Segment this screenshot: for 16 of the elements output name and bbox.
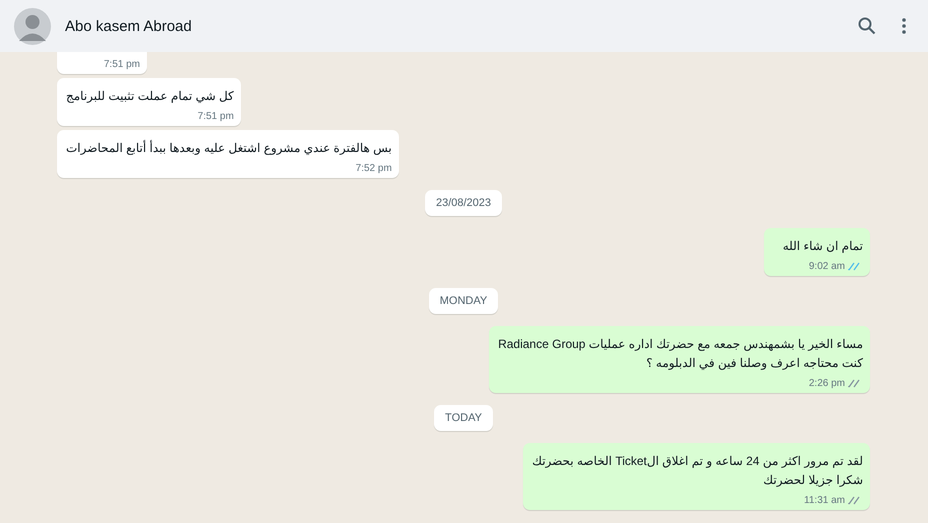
message-time: 7:52 pm [356,163,392,174]
message-time: 7:51 pm [198,111,234,122]
message-text: بس هالفترة عندي مشروع اشتغل عليه وبعدها ببدأ أتابع المحاضرات [66,139,392,157]
message-text: لقد تم مرور اكثر من 24 ساعه و تم اغلاق الTicket الخاصه بحضرتك شكرا جزيلا لحضرتك [532,453,863,489]
message-text: مساء الخير يا بشمهندس جمعه مع حضرتك اداره عمليات Radiance Group كنت محتاجه اعرف وصلنا فين في الدبلومه ؟ [498,336,863,372]
contact-name: Abo kasem Abroad [65,18,193,34]
message-time: 2:26 pm [808,378,845,389]
message-time: 11:31 am [804,495,845,506]
date-separator: MONDAY [428,288,498,314]
message-time: 7:51 pm [104,59,140,70]
avatar[interactable] [14,8,51,44]
message-text: كل شي تمام عملت تثبيت للبرنامج [66,88,234,105]
date-separator: 23/08/2023 [424,190,502,216]
message-text: تمام ان شاء الله [782,238,863,255]
message-time: 9:02 am [808,261,845,272]
date-separator: TODAY [434,405,493,431]
